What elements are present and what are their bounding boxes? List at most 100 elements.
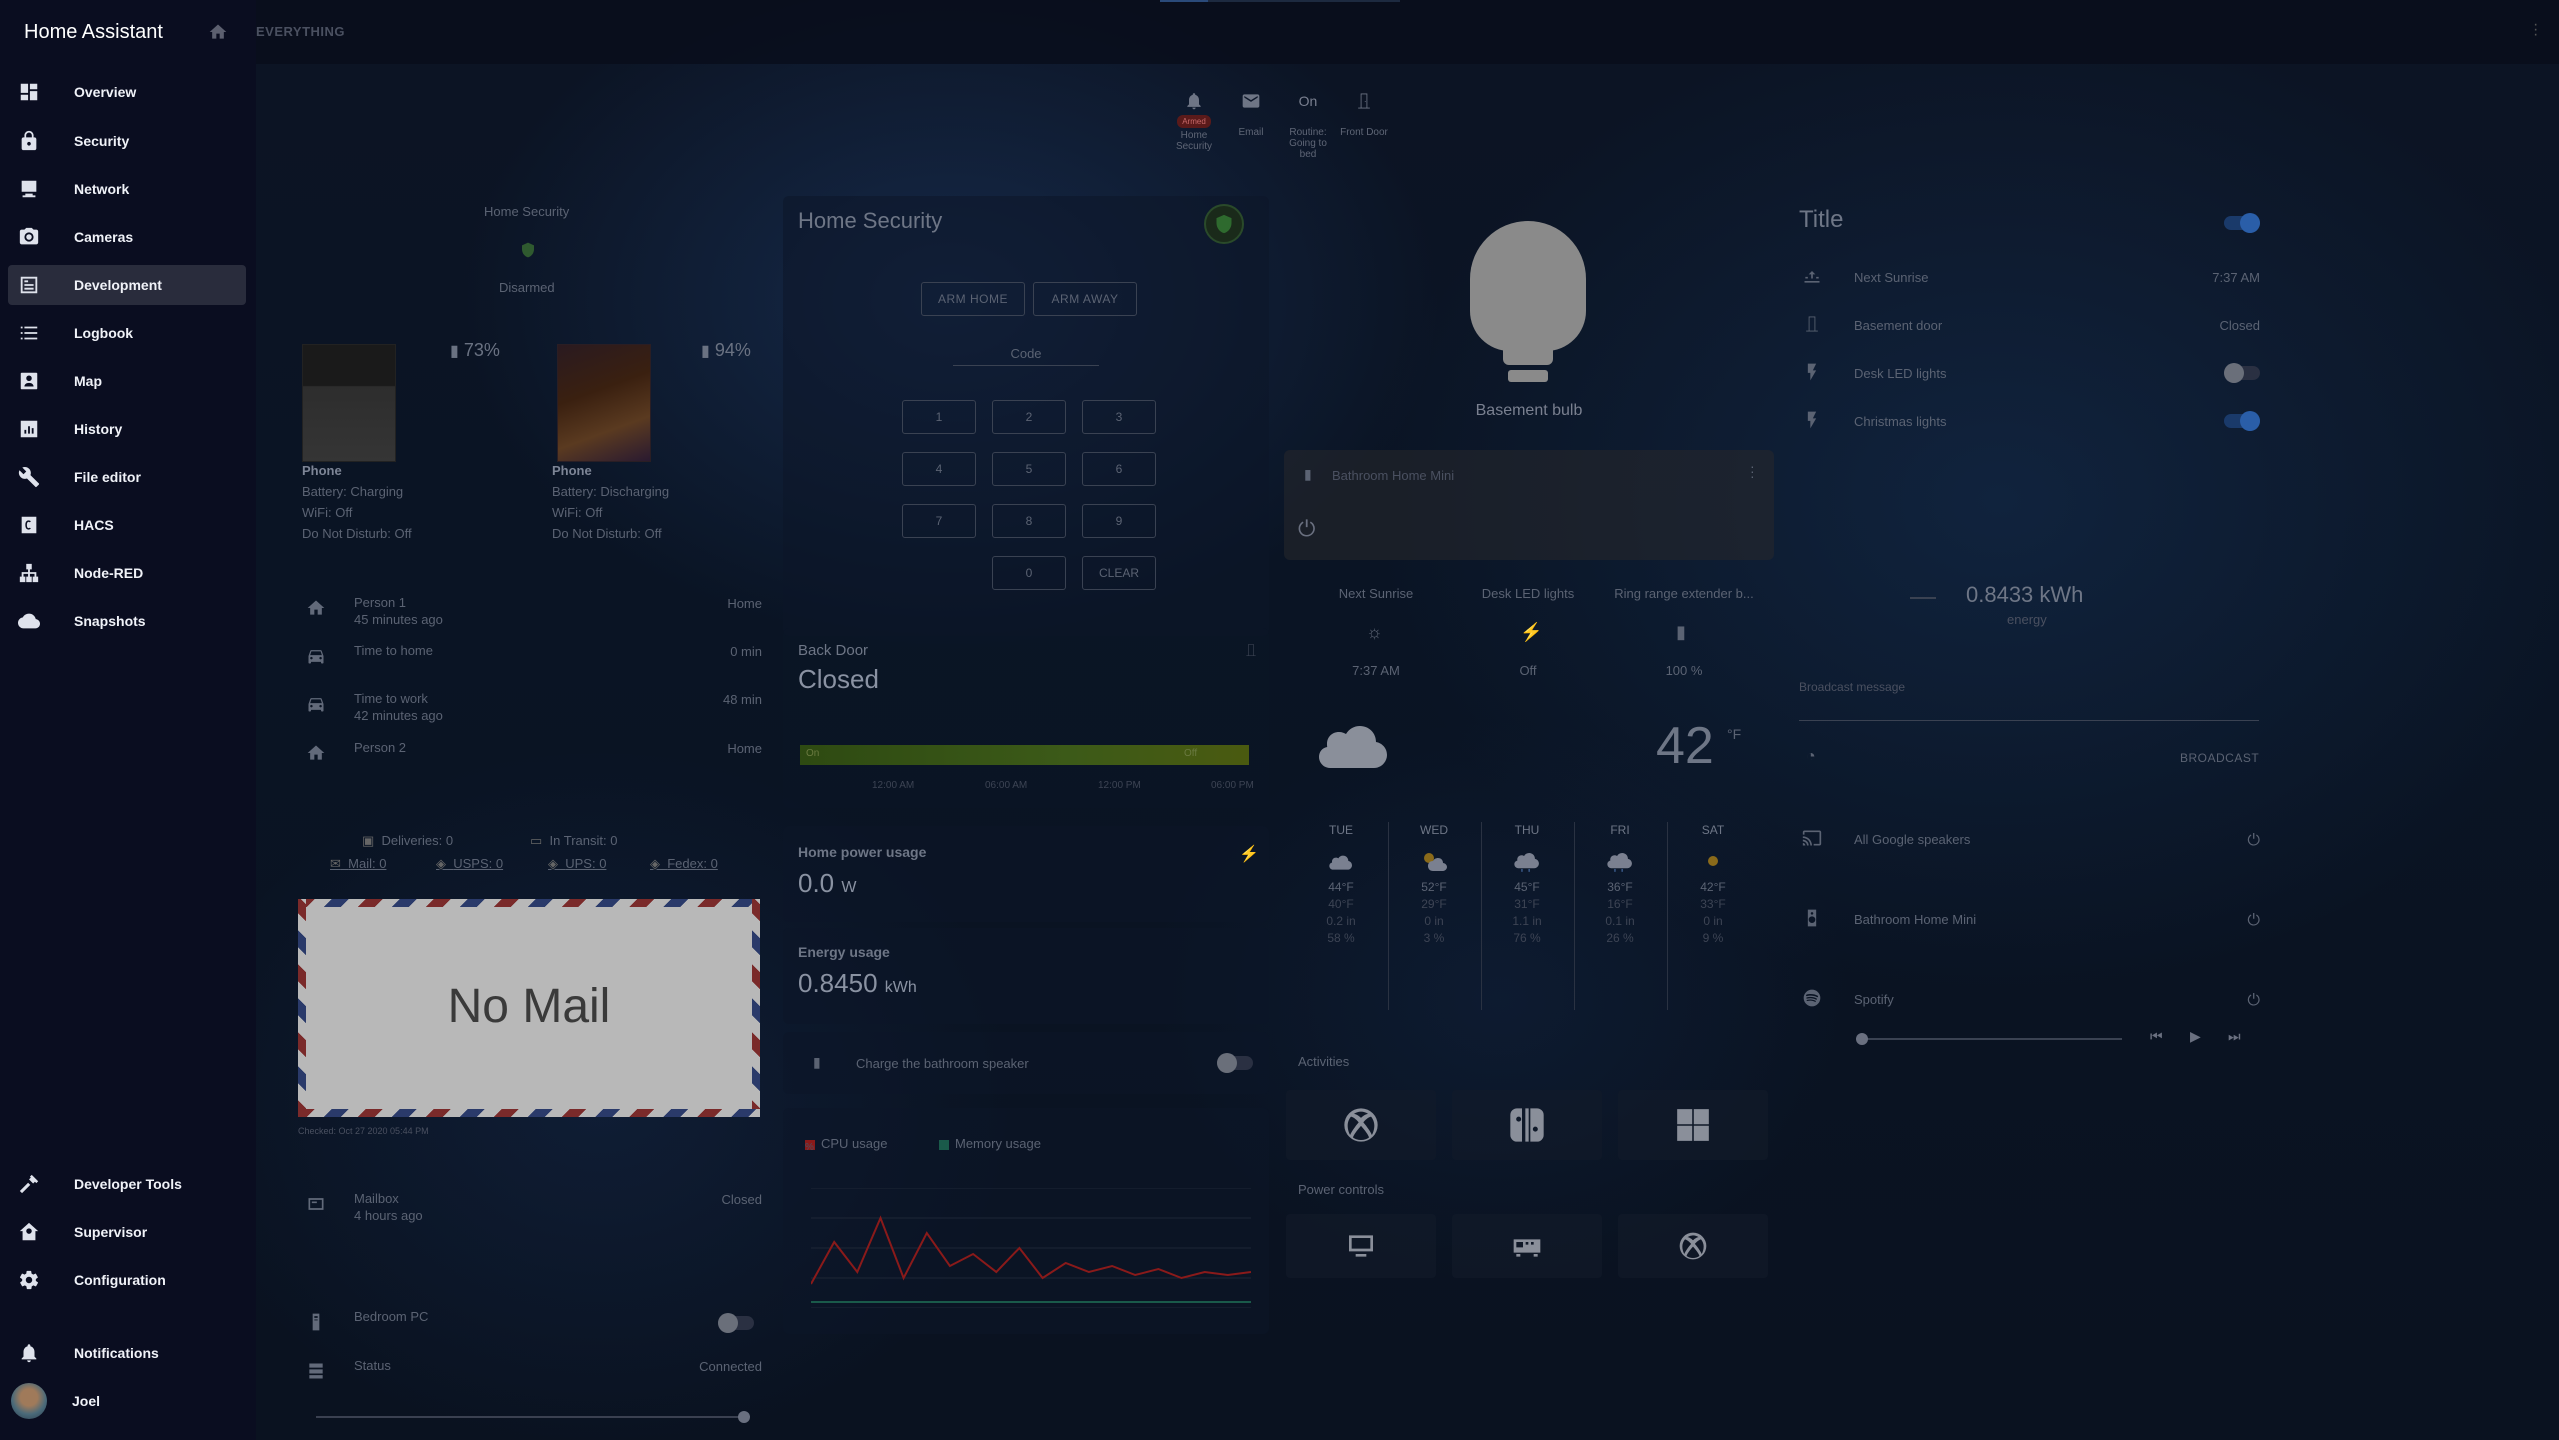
arm-home-button[interactable]: ARM HOME <box>921 282 1025 316</box>
sidebar-item-node-red[interactable]: Node-RED <box>8 553 246 593</box>
keypad-6[interactable]: 6 <box>1082 452 1156 486</box>
entity-row-christmas-lights[interactable]: Christmas lights <box>1802 406 2260 436</box>
entity-row-mailbox[interactable]: Mailbox 4 hours ago Closed <box>306 1184 762 1224</box>
power-icon[interactable]: ⏻ <box>2247 912 2260 930</box>
fedex-count[interactable]: ◈ Fedex: 0 <box>650 856 718 872</box>
more-menu-icon[interactable]: · · · <box>2533 17 2538 43</box>
skip-next-icon[interactable]: ⏭ <box>2228 1028 2241 1045</box>
view-title[interactable]: EVERYTHING <box>256 24 345 39</box>
power-icon[interactable]: ⏻ <box>1298 516 1315 542</box>
mail-icon: ✉ <box>330 856 341 871</box>
usps-count[interactable]: ◈ USPS: 0 <box>436 856 503 872</box>
speaker-icon: ▮ <box>1304 466 1312 482</box>
sidebar-item-map[interactable]: Map <box>8 361 246 401</box>
sidebar-item-history[interactable]: History <box>8 409 246 449</box>
xbox-activity-button[interactable] <box>1286 1090 1436 1160</box>
entity-row-desk-led[interactable]: Desk LED lights <box>1802 358 2260 388</box>
shortcut-label: Routine: Going to bed <box>1289 127 1327 160</box>
entity-name-text: Mailbox <box>354 1191 399 1206</box>
keypad-4[interactable]: 4 <box>902 452 976 486</box>
entity-row-time-to-home[interactable]: Time to home 0 min <box>306 636 762 676</box>
media-control-card[interactable]: ▮ Bathroom Home Mini · · · ⏻ <box>1284 450 1774 560</box>
bedroom-pc-toggle[interactable] <box>718 1313 754 1333</box>
skip-previous-icon[interactable]: ⏮ <box>2150 1028 2163 1045</box>
shortcut-home-security[interactable]: Armed Home Security <box>1168 86 1220 152</box>
sidebar-item-snapshots[interactable]: Snapshots <box>8 601 246 641</box>
keypad-9[interactable]: 9 <box>1082 504 1156 538</box>
power-usage-card[interactable]: Home power usage 0.0 W ⚡ <box>783 826 1269 922</box>
tv-power-button[interactable] <box>1286 1214 1436 1278</box>
sidebar-item-cameras[interactable]: Cameras <box>8 217 246 257</box>
back-door-history-bar[interactable]: On Off <box>800 745 1249 765</box>
sidebar-item-supervisor[interactable]: Supervisor <box>8 1212 246 1252</box>
xbox-power-button[interactable] <box>1618 1214 1768 1278</box>
entity-row-person-1[interactable]: Person 1 45 minutes ago Home <box>306 588 762 628</box>
speaker-row-all-google[interactable]: All Google speakers ⏻ <box>1802 824 2260 854</box>
broadcast-input[interactable] <box>1799 720 2259 721</box>
sidebar-item-logbook[interactable]: Logbook <box>8 313 246 353</box>
keypad-2[interactable]: 2 <box>992 400 1066 434</box>
power-icon[interactable]: ⏻ <box>2247 992 2260 1010</box>
keypad-clear[interactable]: CLEAR <box>1082 556 1156 590</box>
keypad-3[interactable]: 3 <box>1082 400 1156 434</box>
power-icon[interactable]: ⏻ <box>2247 832 2260 850</box>
christmas-lights-toggle[interactable] <box>2224 411 2260 431</box>
shortcut-routine[interactable]: On Routine: Going to bed <box>1282 86 1334 161</box>
play-icon[interactable]: ▶ <box>2190 1028 2201 1045</box>
keypad-0[interactable]: 0 <box>992 556 1066 590</box>
entity-row-status[interactable]: Status Connected <box>306 1351 762 1391</box>
sidebar-item-file-editor[interactable]: File editor <box>8 457 246 497</box>
entity-row-bedroom-pc[interactable]: Bedroom PC <box>306 1302 762 1342</box>
charge-toggle[interactable] <box>1217 1053 1253 1073</box>
windows-activity-button[interactable] <box>1618 1090 1768 1160</box>
sidebar-item-notifications[interactable]: Notifications <box>8 1333 246 1373</box>
sidebar-item-developer-tools[interactable]: Developer Tools <box>8 1164 246 1204</box>
shield-icon[interactable] <box>520 242 536 258</box>
energy-usage-card[interactable]: Energy usage 0.8450 kWh <box>783 928 1269 1024</box>
home-icon[interactable] <box>208 22 228 42</box>
keypad-8[interactable]: 8 <box>992 504 1066 538</box>
bulb-icon[interactable] <box>1470 221 1586 351</box>
sidebar-item-hacs[interactable]: HACS <box>8 505 246 545</box>
sidebar-item-development[interactable]: Development <box>8 265 246 305</box>
entity-row-person-2[interactable]: Person 2 Home <box>306 733 762 773</box>
media-progress-slider[interactable] <box>1856 1033 2122 1045</box>
app-title: Home Assistant <box>24 20 163 43</box>
switch-activity-button[interactable] <box>1452 1090 1602 1160</box>
phone-name: Phone <box>302 463 342 478</box>
keypad-5[interactable]: 5 <box>992 452 1066 486</box>
desk-led-toggle[interactable] <box>2224 363 2260 383</box>
entity-row-time-to-work[interactable]: Time to work 42 minutes ago 48 min <box>306 684 762 724</box>
shortcut-email[interactable]: Email <box>1225 86 1277 138</box>
header-toggle[interactable] <box>2224 213 2260 233</box>
cloudy-icon[interactable] <box>1318 712 1390 772</box>
arm-away-button[interactable]: ARM AWAY <box>1033 282 1137 316</box>
sidebar-item-configuration[interactable]: Configuration <box>8 1260 246 1300</box>
keypad-1[interactable]: 1 <box>902 400 976 434</box>
receiver-power-button[interactable] <box>1452 1214 1602 1278</box>
sidebar-item-security[interactable]: Security <box>8 121 246 161</box>
entity-row-basement-door[interactable]: Basement door Closed <box>1802 310 2260 340</box>
sidebar-item-profile[interactable]: Joel <box>8 1381 246 1421</box>
volume-slider[interactable] <box>316 1411 750 1423</box>
more-menu-icon[interactable]: · · · <box>1750 459 1755 483</box>
flash-icon: ⚡ <box>1239 846 1259 863</box>
keypad-7[interactable]: 7 <box>902 504 976 538</box>
entity-name: Next Sunrise <box>1854 270 1929 285</box>
sidebar-item-overview[interactable]: Overview <box>8 72 246 112</box>
speaker-row-spotify[interactable]: Spotify ⏻ <box>1802 984 2260 1014</box>
ups-count[interactable]: ◈ UPS: 0 <box>548 856 606 872</box>
charge-card[interactable]: ▮ Charge the bathroom speaker <box>783 1032 1269 1094</box>
code-input[interactable]: Code <box>953 346 1099 366</box>
entity-name: Person 2 <box>354 740 407 755</box>
shortcut-front-door[interactable]: Front Door <box>1338 86 1390 138</box>
entity-row-next-sunrise[interactable]: Next Sunrise 7:37 AM <box>1802 262 2260 292</box>
broadcast-button[interactable]: BROADCAST <box>2180 751 2259 765</box>
lock-icon <box>18 130 40 152</box>
slider-handle[interactable] <box>738 1411 750 1423</box>
mail-envelope: No Mail <box>298 899 760 1117</box>
speaker-row-bathroom-mini[interactable]: Bathroom Home Mini ⏻ <box>1802 904 2260 934</box>
mail-count[interactable]: ✉ Mail: 0 <box>330 856 386 872</box>
sidebar-item-network[interactable]: Network <box>8 169 246 209</box>
slider-handle[interactable] <box>1856 1033 1868 1045</box>
